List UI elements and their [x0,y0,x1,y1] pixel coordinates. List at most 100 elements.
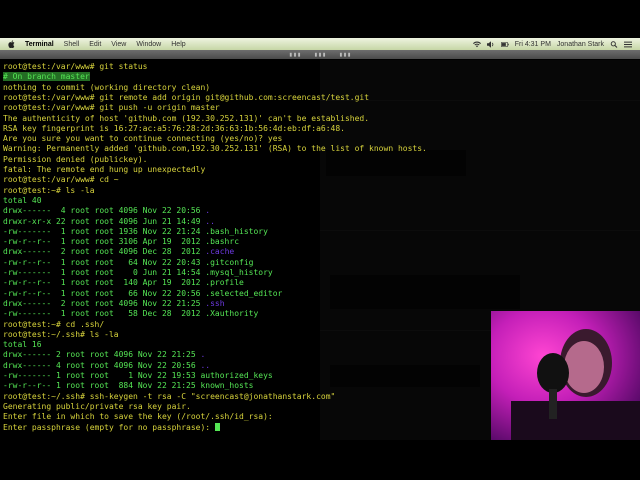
terminal-text: -rw------- 1 root root 58 Dec 28 2012 .X… [3,309,259,319]
terminal-text: -rw------- 1 root root 1 Nov 22 19:53 au… [3,371,273,380]
apple-menu-icon[interactable] [6,40,16,48]
terminal-line: -rw------- 1 root root 1 Nov 22 19:53 au… [3,371,273,381]
terminal-text: Are you sure you want to continue connec… [3,134,283,144]
terminal-text: .cache [205,247,235,257]
terminal-line: -rw-r--r-- 1 root root 884 Nov 22 21:25 … [3,381,253,391]
terminal-line: Generating public/private rsa key pair. [3,402,191,412]
terminal-text: nothing to commit (working directory cle… [3,82,211,92]
terminal-line: root@test:~/.ssh# ssh-keygen -t rsa -C "… [3,392,335,402]
terminal-line: root@test:/var/www# cd ~ [3,175,119,185]
menu-user[interactable]: Jonathan Stark [557,41,604,48]
terminal-title-bar: ▮ ▮ ▮ ▮ ▮ ▮ ▮ ▮ ▮ [0,50,640,59]
title-tab[interactable]: ▮ ▮ ▮ [340,52,351,58]
volume-icon[interactable] [486,40,495,48]
terminal-line: nothing to commit (working directory cle… [3,83,210,93]
terminal-text: Enter file in which to save the key (/ro… [3,412,273,422]
terminal-line: The authenticity of host 'github.com (19… [3,114,369,124]
terminal-line: root@test:/var/www# git push -u origin m… [3,103,220,113]
terminal-text: .ssh [205,298,225,308]
terminal-text: -rw-r--r-- 1 root root 884 Nov 22 21:25 … [3,381,254,391]
terminal-text: RSA key fingerprint is 16:27:ac:a5:76:28… [3,123,345,133]
terminal-text: total 16 [3,340,42,350]
terminal-line: drwx------ 2 root root 4096 Dec 28 2012 … [3,247,234,257]
terminal-text: Warning: Permanently added 'github.com,1… [3,144,427,154]
terminal-line: -rw-r--r-- 1 root root 64 Nov 22 20:43 .… [3,258,253,268]
terminal-text: root@test:~/.ssh# ssh-keygen -t rsa -C "… [3,391,336,401]
menu-view[interactable]: View [106,41,131,48]
terminal-text: The authenticity of host 'github.com (19… [3,113,370,123]
notification-list-icon[interactable] [624,41,632,48]
menu-window[interactable]: Window [131,41,166,48]
terminal-text: . [200,350,206,360]
terminal-text: drwx------ 4 root root 4096 Nov 22 20:56 [3,206,206,216]
terminal-line: -rw-r--r-- 1 root root 3106 Apr 19 2012 … [3,237,239,247]
terminal-text: -rw-r--r-- 1 root root 3106 Apr 19 2012 … [3,237,240,247]
terminal-text: -rw-r--r-- 1 root root 64 Nov 22 20:43 .… [3,257,254,267]
terminal-text: fatal: The remote end hung up unexpected… [3,165,206,174]
title-tab[interactable]: ▮ ▮ ▮ [314,52,325,58]
terminal-text: drwx------ 2 root root 4096 Nov 22 21:25 [3,298,206,308]
terminal-text: drwxr-xr-x 22 root root 4096 Jun 21 14:4… [3,216,206,226]
terminal-text: root@test:~# cd .ssh/ [3,319,105,329]
terminal-line: root@test:~# ls -la [3,186,95,196]
terminal-text: .. [205,216,215,226]
terminal-line: total 40 [3,196,42,206]
terminal-text: Enter passphrase (empty for no passphras… [3,422,215,432]
terminal-text: drwx------ 4 root root 4096 Nov 22 20:56 [3,360,201,370]
presenter-silhouette [511,329,640,440]
terminal-text: -rw------- 1 root root 1936 Nov 22 21:24… [3,226,268,236]
terminal-line: -rw------- 1 root root 1936 Nov 22 21:24… [3,227,268,237]
terminal-text: root@test:/var/www# git push -u origin m… [3,103,220,113]
terminal-line: root@test:/var/www# git status [3,62,148,72]
terminal-line: Enter passphrase (empty for no passphras… [3,423,220,433]
menu-shell[interactable]: Shell [59,41,85,48]
terminal-line: # On branch master [3,72,90,82]
terminal-line: fatal: The remote end hung up unexpected… [3,165,205,175]
terminal-text: Generating public/private rsa key pair. [3,401,191,411]
terminal-line: root@test:~/.ssh# ls -la [3,330,119,340]
terminal-text: drwx------ 2 root root 4096 Nov 22 21:25 [3,350,201,360]
spotlight-search-icon[interactable] [610,40,618,48]
terminal-line: drwx------ 4 root root 4096 Nov 22 20:56… [3,206,210,216]
terminal-line: -rw-r--r-- 1 root root 140 Apr 19 2012 .… [3,278,244,288]
terminal-text: -rw------- 1 root root 0 Jun 21 14:54 .m… [3,268,273,277]
terminal-text: .. [200,360,211,370]
terminal-line: Warning: Permanently added 'github.com,1… [3,144,427,154]
terminal-text: -rw-r--r-- 1 root root 140 Apr 19 2012 .… [3,278,244,288]
terminal-text: Permission denied (publickey). [3,154,148,164]
menu-extras: Fri 4:31 PM Jonathan Stark [472,40,640,48]
menu-app-name[interactable]: Terminal [20,41,59,48]
terminal-text: root@test:/var/www# git status [3,62,148,71]
terminal-line: root@test:/var/www# git remote add origi… [3,93,369,103]
terminal-line: drwxr-xr-x 22 root root 4096 Jun 21 14:4… [3,217,215,227]
terminal-line: root@test:~# cd .ssh/ [3,320,104,330]
terminal-line: total 16 [3,340,42,350]
menu-help[interactable]: Help [166,41,190,48]
terminal-text: root@test:/var/www# cd ~ [3,175,119,185]
terminal-text: root@test:~/.ssh# ls -la [3,329,119,339]
menu-bar: Terminal Shell Edit View Window Help Fri… [0,38,640,50]
terminal-line: Enter file in which to save the key (/ro… [3,412,273,422]
terminal-line: RSA key fingerprint is 16:27:ac:a5:76:28… [3,124,345,134]
terminal-line: drwx------ 2 root root 4096 Nov 22 21:25… [3,350,205,360]
title-tab[interactable]: ▮ ▮ ▮ [289,52,300,58]
terminal-text: root@test:~# ls -la [3,185,95,195]
terminal-cursor [214,423,220,431]
terminal-line: -rw------- 1 root root 0 Jun 21 14:54 .m… [3,268,273,278]
menu-clock[interactable]: Fri 4:31 PM [515,41,551,48]
terminal-line: drwx------ 4 root root 4096 Nov 22 20:56… [3,361,210,371]
terminal-text: drwx------ 2 root root 4096 Dec 28 2012 [3,247,206,257]
title-tabs: ▮ ▮ ▮ ▮ ▮ ▮ ▮ ▮ ▮ [289,52,350,58]
terminal-line: -rw-r--r-- 1 root root 66 Nov 22 20:56 .… [3,289,282,299]
battery-icon[interactable] [500,41,509,48]
terminal-line: -rw------- 1 root root 58 Dec 28 2012 .X… [3,309,258,319]
wifi-icon[interactable] [472,41,481,48]
menu-edit[interactable]: Edit [84,41,106,48]
terminal-text: -rw-r--r-- 1 root root 66 Nov 22 20:56 .… [3,288,283,298]
webcam-overlay [491,311,640,440]
terminal-text: . [205,206,211,216]
terminal-text: total 40 [3,195,42,205]
terminal-text: # On branch master [3,72,90,82]
terminal-line: Permission denied (publickey). [3,155,148,165]
terminal-text: root@test:/var/www# git remote add origi… [3,92,370,102]
